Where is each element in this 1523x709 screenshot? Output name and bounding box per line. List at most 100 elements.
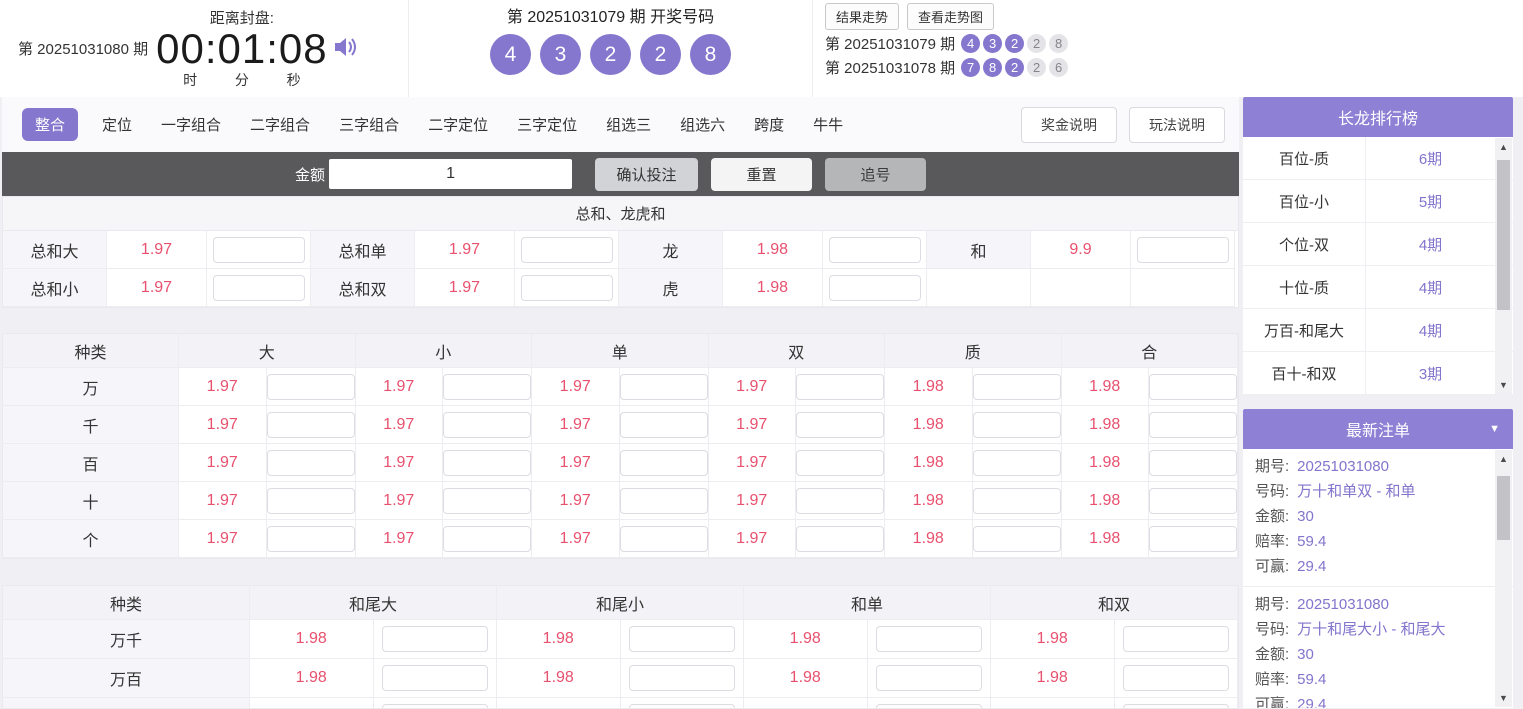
odds-value: 1.98 [885,444,973,482]
pair-sum-table: 种类 和尾大 和尾小 和单 和双 万千 1.98 1.98 1.98 1.98 万百 1.98 1.98… [2,585,1239,709]
bet-amount-input[interactable] [1149,525,1237,552]
bet-amount-input[interactable] [972,525,1061,552]
bet-amount-input[interactable] [381,665,488,691]
tab-4[interactable]: 二字组合 [250,108,310,141]
bet-amount-input[interactable] [381,626,488,652]
amount-label: 金额 [295,166,326,184]
bet-amount-input[interactable] [628,665,735,691]
bet-amount-input[interactable] [520,274,613,301]
bet-amount-input[interactable] [796,373,884,400]
odds-value: 1.98 [497,620,621,659]
field-value: 30 [1297,646,1314,663]
bet-input-cell [619,406,709,444]
ranking-scrollbar[interactable]: ▲ ▼ [1495,138,1512,394]
bet-amount-input[interactable] [875,665,982,691]
bet-amount-input[interactable] [1122,704,1229,708]
bet-amount-input[interactable] [972,449,1061,476]
tab-10[interactable]: 跨度 [754,108,784,141]
tab-7[interactable]: 三字定位 [517,108,577,141]
chase-number-button[interactable]: 追号 [825,157,927,191]
result-trend-button[interactable]: 结果走势 [825,3,900,30]
bet-amount-input[interactable] [443,525,531,552]
bet-amount-input[interactable] [266,449,355,476]
bet-amount-input[interactable] [972,487,1061,514]
odds-value: 1.97 [708,482,796,520]
bet-amount-input[interactable] [1122,626,1229,652]
bet-amount-input[interactable] [796,525,884,552]
bet-amount-input[interactable] [1149,449,1237,476]
bet-amount-input[interactable] [1122,665,1229,691]
bet-amount-input[interactable] [266,373,355,400]
bet-amount-input[interactable] [972,373,1061,400]
bet-amount-input[interactable] [619,525,708,552]
bet-amount-input[interactable] [619,411,708,438]
tab-9[interactable]: 组选六 [680,108,725,141]
bet-amount-input[interactable] [972,411,1061,438]
scroll-up-arrow[interactable]: ▲ [1495,450,1512,468]
history-period: 第 20251031079 期 [825,36,956,53]
bet-amount-input[interactable] [796,449,884,476]
tab-3[interactable]: 一字组合 [161,108,221,141]
latest-scrollbar[interactable]: ▲ ▼ [1495,450,1512,707]
bet-amount-input[interactable] [875,704,982,708]
bet-amount-input[interactable] [212,274,305,301]
bet-amount-input[interactable] [520,236,613,263]
bet-amount-input[interactable] [1149,487,1237,514]
latest-scroll-track[interactable] [1495,468,1512,689]
bet-amount-input[interactable] [619,373,708,400]
bet-type-label: 千 [3,406,179,444]
unit-hour: 时 [183,72,198,89]
scroll-up-arrow[interactable]: ▲ [1495,138,1512,156]
tab-5[interactable]: 三字组合 [339,108,399,141]
bet-input-cell [619,444,709,482]
bet-amount-input[interactable] [381,704,488,708]
amount-input[interactable] [329,159,573,189]
bet-amount-input[interactable] [212,236,305,263]
prize-info-button[interactable]: 奖金说明 [1021,106,1117,143]
ranking-scroll-track[interactable] [1495,156,1512,376]
trend-buttons: 结果走势 查看走势图 [825,3,1523,30]
bet-amount-input[interactable] [443,449,531,476]
bet-amount-input[interactable] [266,411,355,438]
view-trend-chart-button[interactable]: 查看走势图 [907,3,995,30]
bet-amount-input[interactable] [796,411,884,438]
odds-value: 1.97 [355,520,443,558]
bet-input-cell [266,444,356,482]
bet-amount-input[interactable] [266,525,355,552]
tab-8[interactable]: 组选三 [606,108,651,141]
bet-amount-input[interactable] [619,449,708,476]
chevron-down-icon[interactable]: ▼ [1489,423,1500,435]
bet-amount-input[interactable] [1136,236,1229,263]
rules-info-button[interactable]: 玩法说明 [1129,106,1225,143]
bet-amount-input[interactable] [796,487,884,514]
bet-amount-input[interactable] [1149,411,1237,438]
scroll-down-arrow[interactable]: ▼ [1495,689,1512,707]
bet-amount-input[interactable] [628,626,735,652]
bet-amount-input[interactable] [1149,373,1237,400]
speaker-icon[interactable] [332,34,358,65]
tab-11[interactable]: 牛牛 [813,108,843,141]
table1-grid: 总和大 1.97 总和单 1.97 龙 1.98 和 9.9 总和小 1.97 总和双 1.97 虎 1.… [3,231,1238,307]
bet-amount-input[interactable] [828,236,921,263]
latest-scroll-thumb[interactable] [1497,476,1510,540]
reset-button[interactable]: 重置 [711,157,813,191]
scroll-down-arrow[interactable]: ▼ [1495,376,1512,394]
bet-amount-input[interactable] [628,704,735,708]
bet-input-cell [823,269,927,307]
tab-2[interactable]: 定位 [102,108,132,141]
bet-amount-input[interactable] [266,487,355,514]
ranking-scroll-thumb[interactable] [1497,160,1510,310]
bet-amount-input[interactable] [443,411,531,438]
odds-value: 1.97 [532,482,620,520]
tab-6[interactable]: 二字定位 [428,108,488,141]
draw-title: 第 20251031079 期 开奖号码 [506,9,715,26]
bet-amount-input[interactable] [443,487,531,514]
confirm-bet-button[interactable]: 确认投注 [595,157,699,191]
tab-1[interactable]: 整合 [22,108,79,141]
bet-amount-input[interactable] [875,626,982,652]
bet-amount-input[interactable] [619,487,708,514]
bet-amount-input[interactable] [828,274,921,301]
bet-input-cell [443,444,532,482]
bet-amount-input[interactable] [443,373,531,400]
history-ball: 2 [1005,34,1025,53]
